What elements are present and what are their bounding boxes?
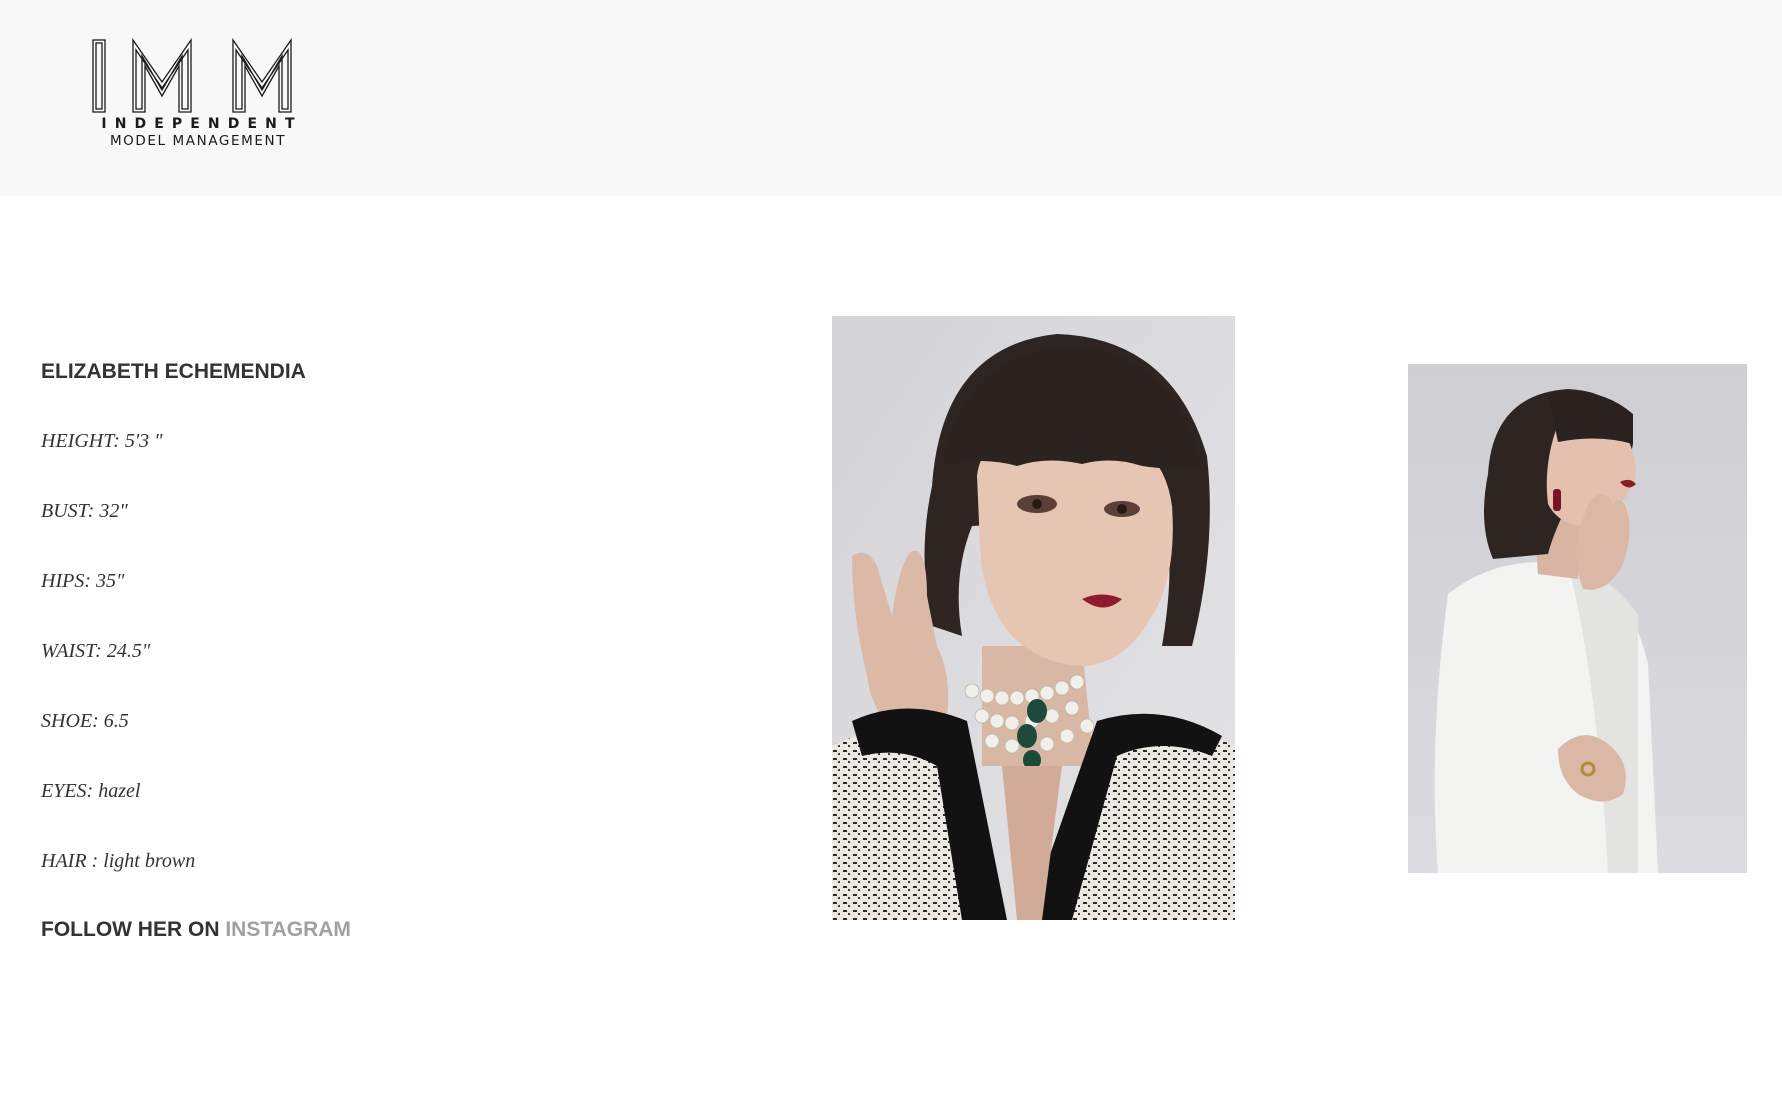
instagram-link[interactable]: INSTAGRAM: [225, 918, 351, 941]
follow-line: FOLLOW HER ON INSTAGRAM: [41, 918, 351, 942]
follow-prefix: FOLLOW HER ON: [41, 918, 220, 941]
logo-line-independent: INDEPENDENT: [101, 116, 303, 132]
model-name: ELIZABETH ECHEMENDIA: [41, 360, 306, 383]
stat-hair: HAIR : light brown: [41, 850, 196, 872]
stat-shoe: SHOE: 6.5: [41, 710, 129, 732]
stat-height: HEIGHT: 5'3 ": [41, 430, 163, 452]
stat-waist: WAIST: 24.5": [41, 640, 151, 662]
stat-bust: BUST: 32": [41, 500, 128, 522]
stat-eyes: EYES: hazel: [41, 780, 141, 802]
portrait-photo-closeup[interactable]: [832, 316, 1235, 920]
site-header: INDEPENDENT MODEL MANAGEMENT: [0, 0, 1782, 196]
imm-logo[interactable]: INDEPENDENT MODEL MANAGEMENT: [91, 38, 305, 150]
stat-hips: HIPS: 35": [41, 570, 125, 592]
portrait-photo-profile[interactable]: [1408, 364, 1747, 873]
logo-line-model-management: MODEL MANAGEMENT: [109, 133, 287, 149]
imm-monogram-icon: [92, 38, 292, 113]
portrait-profile-image: [1408, 364, 1747, 873]
portrait-closeup-image: [832, 316, 1235, 920]
